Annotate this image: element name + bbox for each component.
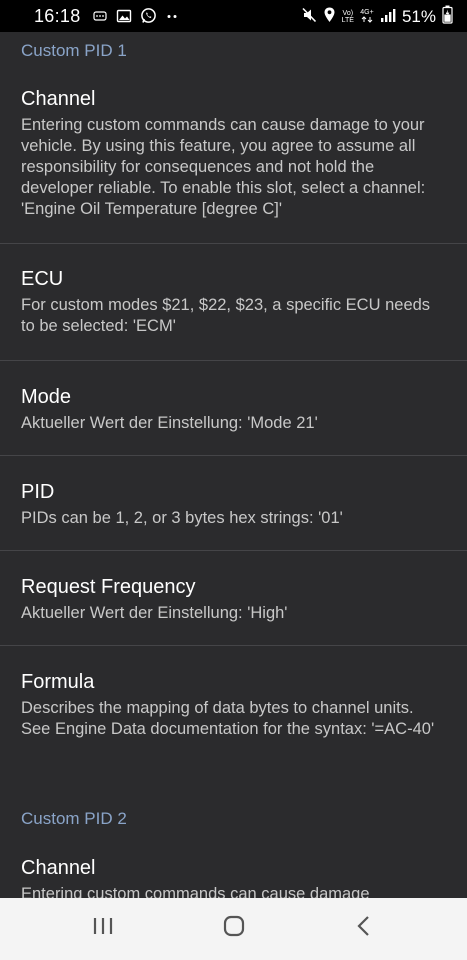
divider [0,550,467,551]
pref-ecu[interactable]: ECU For custom modes $21, $22, $23, a sp… [0,267,467,337]
divider [0,360,467,361]
signal-icon [380,7,396,28]
pref-summary: Describes the mapping of data bytes to c… [21,699,435,738]
pref-summary: Aktueller Wert der Einstellung: 'High' [21,604,288,622]
network-icon: 4G+ [360,9,374,25]
back-button[interactable] [344,912,384,944]
pref-channel-2[interactable]: Channel Entering custom commands can cau… [0,856,467,898]
divider [0,243,467,244]
pref-pid[interactable]: PID PIDs can be 1, 2, or 3 bytes hex str… [0,480,467,529]
home-icon [222,914,246,943]
pref-summary: Entering custom commands can cause damag… [21,885,370,898]
whatsapp-icon [140,7,157,29]
volte-icon: Vo) LTE [342,10,354,24]
pref-summary: Entering custom commands can cause damag… [21,116,426,218]
settings-list[interactable]: Custom PID 1 Channel Entering custom com… [0,32,467,898]
battery-percentage: 51% [401,7,436,26]
network-arrows-icon [360,16,374,25]
back-icon [354,914,374,943]
pref-title: PID [21,481,55,503]
recent-apps-icon [91,915,115,942]
pref-summary: Aktueller Wert der Einstellung: 'Mode 21… [21,414,318,432]
notification-icons [92,7,179,29]
section-header-custom-pid-1: Custom PID 1 [21,41,127,60]
status-time: 16:18 [34,6,81,26]
network-type-text: 4G+ [360,9,374,16]
divider [0,645,467,646]
divider [0,455,467,456]
pref-summary: PIDs can be 1, 2, or 3 bytes hex strings… [21,509,343,527]
pref-request-frequency[interactable]: Request Frequency Aktueller Wert der Ein… [0,575,467,624]
pref-formula[interactable]: Formula Describes the mapping of data by… [0,670,467,740]
pref-channel[interactable]: Channel Entering custom commands can cau… [0,87,467,220]
obd-icon [92,8,108,29]
pref-title: Channel [21,88,96,110]
section-header-custom-pid-2: Custom PID 2 [21,809,127,828]
pref-title: Mode [21,386,72,408]
system-status-icons: Vo) LTE 4G+ 51% [301,5,453,29]
pref-mode[interactable]: Mode Aktueller Wert der Einstellung: 'Mo… [0,385,467,434]
status-bar: 16:18 Vo) LTE 4G+ 51% [0,0,467,32]
volte-top-text: Vo) [342,10,354,17]
navigation-bar [0,898,467,960]
recent-apps-button[interactable] [83,912,123,944]
pref-title: ECU [21,268,64,290]
screen: 16:18 Vo) LTE 4G+ 51% Custom PID 1 Chann… [0,0,467,960]
home-button[interactable] [214,912,254,944]
image-icon [116,8,132,29]
more-dots-icon [165,8,179,29]
pref-title: Formula [21,671,95,693]
location-icon [323,6,336,29]
battery-icon [442,5,453,29]
pref-summary: For custom modes $21, $22, $23, a specif… [21,296,431,335]
mute-icon [301,6,317,29]
pref-title: Request Frequency [21,576,196,598]
pref-title: Channel [21,857,96,879]
volte-bottom-text: LTE [341,17,354,24]
